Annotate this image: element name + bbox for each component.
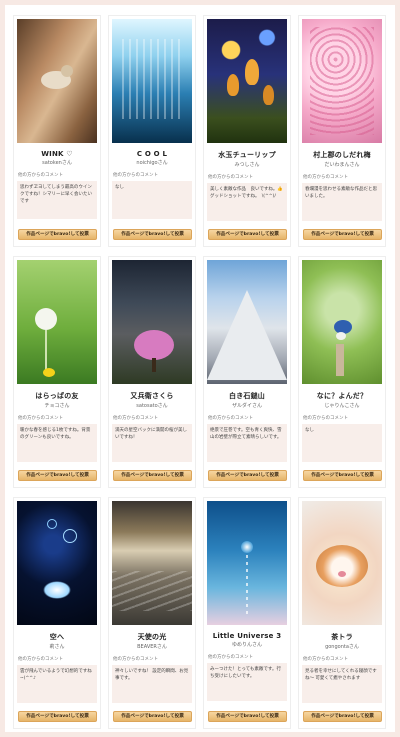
photo-title: 空へ <box>49 633 65 641</box>
comment-label: 他の方からのコメント <box>113 657 158 662</box>
comment-label: 他の方からのコメント <box>18 173 63 178</box>
photo-title: 村上郡のしだれ梅 <box>313 151 371 159</box>
comment-text: 絶景で圧巻です。空も青く爽快、雪山の岩壁が際立て素晴らしいです。 <box>207 424 287 462</box>
photo-card: 茶トラ gongontaさん 他の方からのコメント 見る者を幸せにしてくれる寝顔… <box>298 497 386 729</box>
photo-architecture[interactable] <box>112 19 192 143</box>
photo-author: gongontaさん <box>325 644 359 650</box>
photo-blue-bird[interactable] <box>302 260 382 384</box>
photo-author: みつしさん <box>234 162 260 168</box>
photo-title: 天使の光 <box>137 633 167 641</box>
photo-cherry-tree-night[interactable] <box>112 260 192 384</box>
photo-bubbles-flower[interactable] <box>17 501 97 625</box>
comment-text: なし <box>112 181 192 219</box>
photo-snow-mountain[interactable] <box>207 260 287 384</box>
photo-card: 空へ 莉さん 他の方からのコメント 雲が飛んでいるようで幻想的ですね~(^^♪ … <box>13 497 101 729</box>
comment-label: 他の方からのコメント <box>208 175 253 180</box>
photo-author: ゆめりんさん <box>231 642 262 648</box>
comment-text: 暖かな春を感じる1枚ですね。背景のグリーンも良いですね。 <box>17 424 97 462</box>
comment-label: 他の方からのコメント <box>18 657 63 662</box>
comment-label: 他の方からのコメント <box>113 173 158 178</box>
comment-text: 満天の星空バックに満開の桜が美しいですね！ <box>112 424 192 462</box>
photo-water-drop[interactable] <box>207 501 287 625</box>
photo-card: Little Universe 3 ゆめりんさん 他の方からのコメント みーつけ… <box>203 497 291 729</box>
photo-card: C O O L noichigoさん 他の方からのコメント なし 作品ページでb… <box>108 15 196 247</box>
comment-text: 思わずヱヨしてしまう最高のウインクですね！シマリーに早く会いたいです <box>17 181 97 219</box>
photo-title: Little Universe 3 <box>212 632 282 640</box>
photo-title: 水玉チューリップ <box>218 151 276 159</box>
vote-button[interactable]: 作品ページでbravo!して投票 <box>113 711 192 722</box>
comment-text: なし <box>302 424 382 462</box>
photo-title: なに？よんだ？ <box>316 392 368 400</box>
photo-title: 又兵衛さくら <box>130 392 174 400</box>
photo-card: 水玉チューリップ みつしさん 他の方からのコメント 美しく素敵な作品 良いですね… <box>203 15 291 247</box>
photo-author: noichigoさん <box>136 160 168 166</box>
photo-card: 天使の光 BEAVERさん 他の方からのコメント 神々しいですね！ 設定的瞬間、… <box>108 497 196 729</box>
photo-author: だいわまんさん <box>324 162 360 168</box>
photo-sunlight-beach[interactable] <box>112 501 192 625</box>
comment-text: みーつけた！とっても素敵です。行ち受けにしたいです。 <box>207 663 287 701</box>
vote-button[interactable]: 作品ページでbravo!して投票 <box>18 229 97 240</box>
vote-button[interactable]: 作品ページでbravo!して投票 <box>113 470 192 481</box>
photo-card: なに？よんだ？ じゃりんこさん 他の方からのコメント なし 作品ページでbrav… <box>298 256 386 488</box>
vote-button[interactable]: 作品ページでbravo!して投票 <box>18 470 97 481</box>
photo-title: はらっぱの友 <box>35 392 79 400</box>
photo-title: C O O L <box>136 150 168 158</box>
vote-button[interactable]: 作品ページでbravo!して投票 <box>303 470 382 481</box>
vote-button[interactable]: 作品ページでbravo!して投票 <box>303 229 382 240</box>
photo-author: satokenさん <box>42 160 72 166</box>
comment-text: 神々しいですね！ 設定的瞬間、お見事です。 <box>112 665 192 703</box>
comment-label: 他の方からのコメント <box>208 655 253 660</box>
comment-label: 他の方からのコメント <box>303 175 348 180</box>
photo-squirrel[interactable] <box>17 19 97 143</box>
photo-plum-blossom[interactable] <box>302 19 382 143</box>
comment-label: 他の方からのコメント <box>113 416 158 421</box>
comment-text: 見る者を幸せにしてくれる寝顔ですね～ 可愛くて癒やされます <box>302 665 382 703</box>
vote-button[interactable]: 作品ページでbravo!して投票 <box>208 229 287 240</box>
photo-grid: WINK ♡ satokenさん 他の方からのコメント 思わずヱヨしてしまう最高… <box>13 15 387 729</box>
photo-author: ザルダイさん <box>231 403 262 409</box>
photo-author: BEAVERさん <box>137 644 167 650</box>
photo-author: 莉さん <box>49 644 65 650</box>
vote-button[interactable]: 作品ページでbravo!して投票 <box>208 470 287 481</box>
photo-title: 茶トラ <box>331 633 353 641</box>
photo-card: はらっぱの友 チョコさん 他の方からのコメント 暖かな春を感じる1枚ですね。背景… <box>13 256 101 488</box>
photo-title: WINK ♡ <box>41 150 73 158</box>
photo-title: 白き石鎚山 <box>229 392 265 400</box>
comment-label: 他の方からのコメント <box>303 416 348 421</box>
gallery-frame: WINK ♡ satokenさん 他の方からのコメント 思わずヱヨしてしまう最高… <box>5 5 395 732</box>
vote-button[interactable]: 作品ページでbravo!して投票 <box>18 711 97 722</box>
photo-tulips[interactable] <box>207 19 287 143</box>
comment-text: 美しく素敵な作品 良いですね。👍グッドショットですね。 \(^^)/ <box>207 183 287 221</box>
vote-button[interactable]: 作品ページでbravo!して投票 <box>208 711 287 722</box>
photo-card: 又兵衛さくら satosatoさん 他の方からのコメント 満天の星空バックに満開… <box>108 256 196 488</box>
photo-author: satosatoさん <box>136 403 168 409</box>
vote-button[interactable]: 作品ページでbravo!して投票 <box>113 229 192 240</box>
comment-label: 他の方からのコメント <box>18 416 63 421</box>
comment-label: 他の方からのコメント <box>208 416 253 421</box>
photo-author: チョコさん <box>44 403 70 409</box>
photo-dandelion[interactable] <box>17 260 97 384</box>
photo-kitten[interactable] <box>302 501 382 625</box>
photo-card: 白き石鎚山 ザルダイさん 他の方からのコメント 絶景で圧巻です。空も青く爽快、雪… <box>203 256 291 488</box>
comment-text: 春爛漫を思わせる素敵な作品だと思いました。 <box>302 183 382 221</box>
comment-label: 他の方からのコメント <box>303 657 348 662</box>
comment-text: 雲が飛んでいるようで幻想的ですね~(^^♪ <box>17 665 97 703</box>
photo-card: WINK ♡ satokenさん 他の方からのコメント 思わずヱヨしてしまう最高… <box>13 15 101 247</box>
photo-card: 村上郡のしだれ梅 だいわまんさん 他の方からのコメント 春爛漫を思わせる素敵な作… <box>298 15 386 247</box>
photo-author: じゃりんこさん <box>324 403 360 409</box>
vote-button[interactable]: 作品ページでbravo!して投票 <box>303 711 382 722</box>
